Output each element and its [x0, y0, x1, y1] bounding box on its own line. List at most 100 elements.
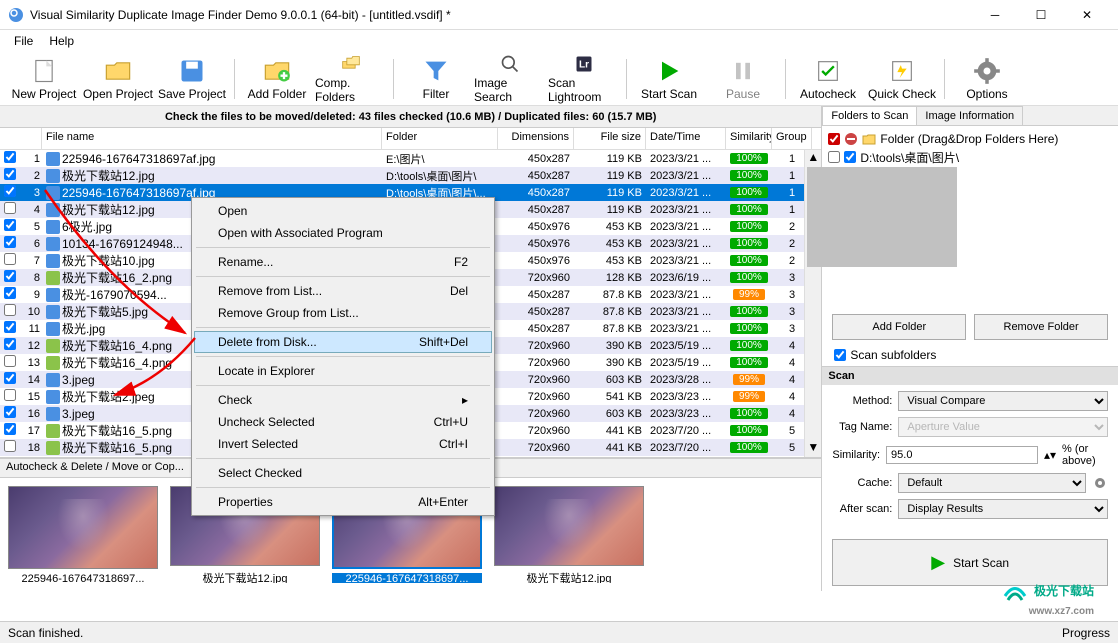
autocheck-button[interactable]: Autocheck	[792, 54, 864, 104]
search-icon	[496, 54, 524, 74]
new-project-button[interactable]: New Project	[8, 54, 80, 104]
ctx-invert-sel[interactable]: Invert SelectedCtrl+I	[194, 433, 492, 455]
pause-button[interactable]: Pause	[707, 54, 779, 104]
thumbnail-image	[494, 486, 644, 566]
file-icon	[46, 237, 60, 251]
after-scan-select[interactable]: Display Results	[898, 499, 1108, 519]
row-checkbox[interactable]	[4, 338, 16, 350]
col-sim[interactable]: Similarity	[726, 128, 772, 149]
checklist-icon	[814, 57, 842, 85]
minus-icon[interactable]	[844, 132, 858, 146]
col-dims[interactable]: Dimensions	[498, 128, 574, 149]
table-row[interactable]: 2极光下载站12.jpgD:\tools\桌面\图片\450x287119 KB…	[0, 167, 821, 184]
vertical-scrollbar[interactable]: ▲ ▼	[804, 150, 821, 457]
row-checkbox[interactable]	[4, 168, 16, 180]
col-filename[interactable]: File name	[42, 128, 382, 149]
flash-check-icon	[888, 57, 916, 85]
folder-check-1[interactable]	[828, 151, 840, 163]
ctx-rename[interactable]: Rename...F2	[194, 251, 492, 273]
thumbnail[interactable]: 225946-167647318697...	[8, 486, 158, 583]
row-checkbox[interactable]	[4, 423, 16, 435]
maximize-button[interactable]: ☐	[1018, 0, 1064, 30]
table-row[interactable]: 1225946-1676473186​97af.jpgE:\图片\450x287…	[0, 150, 821, 167]
folder-row-1[interactable]: D:\tools\桌面\图片\	[828, 148, 1112, 166]
row-checkbox[interactable]	[4, 202, 16, 214]
row-checkbox[interactable]	[4, 355, 16, 367]
close-button[interactable]: ✕	[1064, 0, 1110, 30]
minimize-button[interactable]: ─	[972, 0, 1018, 30]
menu-file[interactable]: File	[6, 32, 41, 50]
row-checkbox[interactable]	[4, 151, 16, 163]
ctx-remove-list[interactable]: Remove from List...Del	[194, 280, 492, 302]
row-checkbox[interactable]	[4, 253, 16, 265]
thumbnail-image	[8, 486, 158, 569]
save-icon	[178, 57, 206, 85]
method-select[interactable]: Visual Compare	[898, 391, 1108, 411]
tab-image-info[interactable]: Image Information	[916, 106, 1023, 125]
play-icon	[655, 57, 683, 85]
scan-lightroom-button[interactable]: LrScan Lightroom	[548, 54, 620, 104]
app-icon	[8, 7, 24, 23]
ctx-locate[interactable]: Locate in Explorer	[194, 360, 492, 382]
titlebar: Visual Similarity Duplicate Image Finder…	[0, 0, 1118, 30]
row-checkbox[interactable]	[4, 389, 16, 401]
image-search-button[interactable]: Image Search	[474, 54, 546, 104]
start-scan-button[interactable]: Start Scan	[633, 54, 705, 104]
save-project-button[interactable]: Save Project	[156, 54, 228, 104]
ctx-uncheck-sel[interactable]: Uncheck SelectedCtrl+U	[194, 411, 492, 433]
file-icon	[46, 424, 60, 438]
row-checkbox[interactable]	[4, 304, 16, 316]
ctx-remove-group[interactable]: Remove Group from List...	[194, 302, 492, 324]
folder-hint-row: Folder (Drag&Drop Folders Here)	[828, 130, 1112, 148]
file-icon	[46, 271, 60, 285]
row-checkbox[interactable]	[4, 270, 16, 282]
svg-text:Lr: Lr	[579, 59, 589, 70]
folder-enable-1[interactable]	[844, 151, 856, 163]
open-project-button[interactable]: Open Project	[82, 54, 154, 104]
play-icon: ▶	[931, 552, 945, 573]
folder-hint-check[interactable]	[828, 133, 840, 145]
tab-folders-to-scan[interactable]: Folders to Scan	[822, 106, 917, 125]
col-size[interactable]: File size	[574, 128, 646, 149]
row-checkbox[interactable]	[4, 219, 16, 231]
add-folder-button[interactable]: Add Folder	[241, 54, 313, 104]
watermark: 极光下载站 www.xz7.com	[1000, 576, 1094, 617]
pause-icon	[729, 57, 757, 85]
thumbnail[interactable]: 极光下载站12.jpg	[494, 486, 644, 583]
file-icon	[46, 169, 60, 183]
ctx-check[interactable]: Check	[194, 389, 492, 411]
row-checkbox[interactable]	[4, 236, 16, 248]
file-icon	[46, 305, 60, 319]
options-button[interactable]: Options	[951, 54, 1023, 104]
col-folder[interactable]: Folder	[382, 128, 498, 149]
similarity-input[interactable]	[886, 446, 1038, 464]
file-icon	[46, 356, 60, 370]
filter-button[interactable]: Filter	[400, 54, 472, 104]
ctx-select-checked[interactable]: Select Checked	[194, 462, 492, 484]
row-checkbox[interactable]	[4, 372, 16, 384]
add-folder-btn[interactable]: Add Folder	[832, 314, 966, 340]
remove-folder-btn[interactable]: Remove Folder	[974, 314, 1108, 340]
row-checkbox[interactable]	[4, 185, 16, 197]
row-checkbox[interactable]	[4, 440, 16, 452]
col-date[interactable]: Date/Time	[646, 128, 726, 149]
ctx-properties[interactable]: PropertiesAlt+Enter	[194, 491, 492, 513]
col-group[interactable]: Group	[772, 128, 812, 149]
ctx-delete-disk[interactable]: Delete from Disk...Shift+Del	[194, 331, 492, 353]
comp-folders-button[interactable]: Comp. Folders	[315, 54, 387, 104]
status-text: Scan finished.	[8, 626, 83, 640]
file-icon	[46, 407, 60, 421]
cache-settings-icon[interactable]	[1092, 475, 1108, 491]
row-checkbox[interactable]	[4, 287, 16, 299]
scan-subfolders-check[interactable]	[834, 349, 846, 361]
row-checkbox[interactable]	[4, 406, 16, 418]
ctx-open-assoc[interactable]: Open with Associated Program	[194, 222, 492, 244]
status-progress: Progress	[1062, 626, 1110, 640]
cache-select[interactable]: Default	[898, 473, 1086, 493]
ctx-open[interactable]: Open	[194, 200, 492, 222]
row-checkbox[interactable]	[4, 321, 16, 333]
menu-help[interactable]: Help	[41, 32, 82, 50]
menubar: File Help	[0, 30, 1118, 52]
quick-check-button[interactable]: Quick Check	[866, 54, 938, 104]
gear-icon	[973, 57, 1001, 85]
